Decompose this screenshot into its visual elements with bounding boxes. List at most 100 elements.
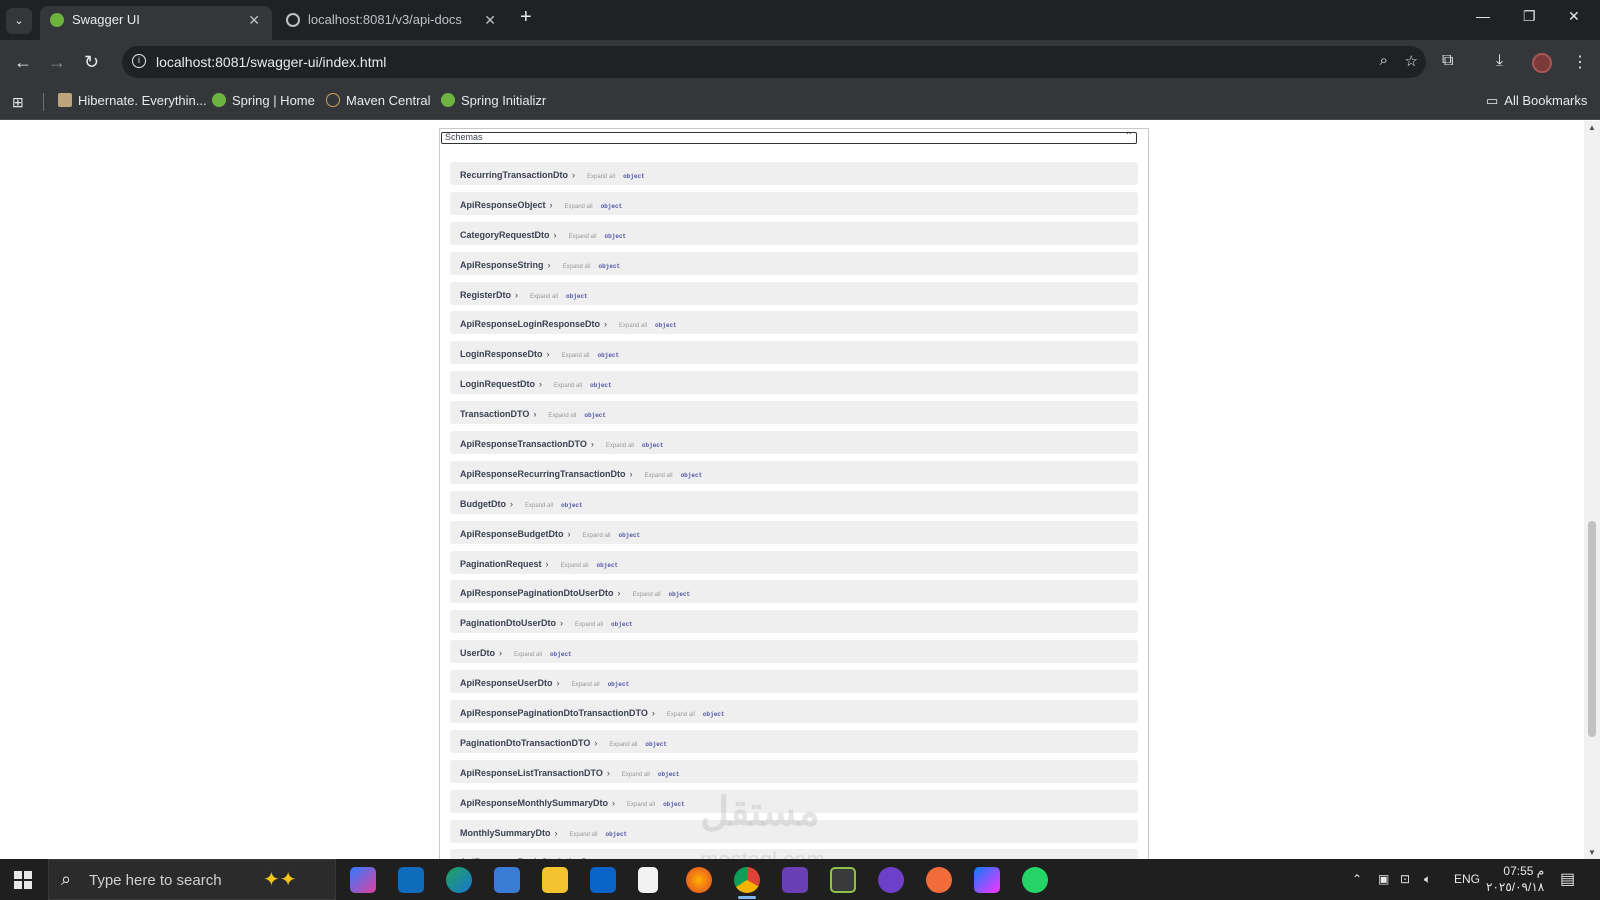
expand-all-button[interactable]: Expand all	[561, 563, 589, 569]
outlook-app-icon[interactable]	[590, 867, 616, 893]
model-name[interactable]: ApiResponseListTransactionDTO	[460, 768, 603, 778]
restore-icon[interactable]: ❐	[1523, 8, 1536, 25]
network-icon[interactable]: ⊡	[1400, 872, 1410, 886]
model-name[interactable]: ApiResponseString	[460, 260, 544, 270]
model-name[interactable]: ApiResponseUserDto	[460, 678, 553, 688]
expand-all-button[interactable]: Expand all	[530, 294, 558, 300]
model-name[interactable]: LoginResponseDto	[460, 349, 543, 359]
schema-model-row[interactable]: UserDto › Expand all object	[450, 640, 1138, 664]
chevron-right-icon[interactable]: ›	[652, 708, 655, 718]
expand-all-button[interactable]: Expand all	[554, 383, 582, 389]
model-name[interactable]: ApiResponseBudgetDto	[460, 529, 564, 539]
site-info-icon[interactable]: i	[132, 54, 146, 68]
expand-all-button[interactable]: Expand all	[575, 622, 603, 628]
schema-model-row[interactable]: ApiResponseRecurringTransactionDto › Expan…	[450, 460, 1138, 484]
chevron-right-icon[interactable]: ›	[515, 290, 518, 300]
model-name[interactable]: UserDto	[460, 648, 495, 658]
windows-start-icon[interactable]	[14, 871, 32, 889]
model-name[interactable]: ApiResponseTransactionDTO	[460, 439, 587, 449]
chevron-right-icon[interactable]: ›	[594, 738, 597, 748]
chevron-right-icon[interactable]: ›	[607, 768, 610, 778]
model-name[interactable]: RecurringTransactionDto	[460, 170, 568, 180]
model-name[interactable]: ApiResponseObject	[460, 200, 546, 210]
photos-app-icon[interactable]	[494, 867, 520, 893]
schema-model-row[interactable]: ApiResponseListTransactionDTO › Expand all…	[450, 759, 1138, 783]
schema-model-row[interactable]: ApiResponseBudgetDto › Expand all object	[450, 520, 1138, 544]
notepad-app-icon[interactable]	[638, 867, 658, 893]
all-bookmarks[interactable]: ▭ All Bookmarks	[1486, 93, 1587, 109]
bookmark-spring-home[interactable]: Spring | Home	[212, 93, 315, 108]
schema-model-row[interactable]: CategoryRequestDto › Expand all object	[450, 221, 1138, 245]
file-explorer-icon[interactable]	[542, 867, 568, 893]
chrome-app-icon[interactable]	[734, 867, 760, 899]
zoom-icon[interactable]: ⌕	[1380, 52, 1388, 69]
reload-icon[interactable]: ↻	[84, 52, 99, 73]
whatsapp-app-icon[interactable]	[1022, 867, 1048, 893]
expand-all-button[interactable]: Expand all	[606, 443, 634, 449]
chevron-right-icon[interactable]: ›	[554, 230, 557, 240]
bookmark-spring-initializr[interactable]: Spring Initializr	[441, 93, 546, 108]
schema-model-row[interactable]: LoginResponseDto › Expand all object	[450, 341, 1138, 365]
model-name[interactable]: ApiResponseMonthlySummaryDto	[460, 798, 608, 808]
expand-all-button[interactable]: Expand all	[569, 234, 597, 240]
expand-all-button[interactable]: Expand all	[667, 712, 695, 718]
chevron-right-icon[interactable]: ›	[560, 618, 563, 628]
chevron-right-icon[interactable]: ›	[612, 798, 615, 808]
extensions-icon[interactable]: ⧉	[1442, 52, 1453, 70]
copilot-app-icon[interactable]	[350, 867, 376, 893]
url-text[interactable]: localhost:8081/swagger-ui/index.html	[156, 54, 386, 70]
schema-model-row[interactable]: ApiResponseString › Expand all object	[450, 251, 1138, 275]
scroll-down-arrow-icon[interactable]: ▼	[1588, 848, 1596, 857]
chevron-right-icon[interactable]: ›	[557, 678, 560, 688]
schema-model-row[interactable]: PaginationDtoUserDto › Expand all object	[450, 610, 1138, 634]
chevron-right-icon[interactable]: ›	[547, 349, 550, 359]
close-tab-icon[interactable]: ✕	[248, 6, 260, 34]
intellij-app-icon[interactable]	[974, 867, 1000, 893]
bookmark-maven-central[interactable]: Maven Central	[326, 93, 431, 108]
postman-app-icon[interactable]	[926, 867, 952, 893]
schema-model-row[interactable]: RegisterDto › Expand all object	[450, 281, 1138, 305]
model-name[interactable]: LoginRequestDto	[460, 379, 535, 389]
expand-all-button[interactable]: Expand all	[627, 802, 655, 808]
menu-kebab-icon[interactable]: ⋮	[1572, 52, 1588, 72]
chevron-right-icon[interactable]: ›	[539, 379, 542, 389]
schema-model-row[interactable]: ApiResponseLoginResponseDto › Expand all ob…	[450, 311, 1138, 335]
expand-all-button[interactable]: Expand all	[514, 652, 542, 658]
expand-all-button[interactable]: Expand all	[587, 174, 615, 180]
expand-all-button[interactable]: Expand all	[572, 682, 600, 688]
chevron-right-icon[interactable]: ›	[555, 828, 558, 838]
expand-all-button[interactable]: Expand all	[565, 204, 593, 210]
model-name[interactable]: ApiResponsePaginationDtoUserDto	[460, 588, 614, 598]
chevron-right-icon[interactable]: ›	[630, 469, 633, 479]
schema-model-row[interactable]: ApiResponseUserDto › Expand all object	[450, 670, 1138, 694]
close-tab-icon[interactable]: ✕	[484, 6, 496, 34]
tab-search-button[interactable]: ⌄	[6, 8, 32, 34]
scroll-up-arrow-icon[interactable]: ▲	[1588, 123, 1596, 132]
expand-all-button[interactable]: Expand all	[609, 742, 637, 748]
model-name[interactable]: MonthlySummaryDto	[460, 828, 551, 838]
meet-now-icon[interactable]: ▣	[1378, 872, 1389, 886]
firefox-app-icon[interactable]	[686, 867, 712, 893]
schema-model-row[interactable]: PaginationDtoTransactionDTO › Expand all ob…	[450, 729, 1138, 753]
github-desktop-icon[interactable]	[878, 867, 904, 893]
back-icon[interactable]: ←	[14, 52, 32, 73]
bookmark-star-icon[interactable]: ☆	[1405, 52, 1418, 70]
bookmark-hibernate[interactable]: Hibernate. Everythin...	[58, 93, 207, 108]
taskbar-clock[interactable]: 07:55 م ٢٠٢٥/٠٩/١٨	[1486, 863, 1544, 895]
download-icon[interactable]: ⤓	[1496, 52, 1503, 70]
expand-all-button[interactable]: Expand all	[525, 503, 553, 509]
language-indicator[interactable]: ENG	[1454, 872, 1480, 886]
chevron-right-icon[interactable]: ›	[550, 200, 553, 210]
model-name[interactable]: RegisterDto	[460, 290, 511, 300]
model-name[interactable]: ApiResponseLoginResponseDto	[460, 319, 600, 329]
model-name[interactable]: ApiResponseRecurringTransactionDto	[460, 469, 626, 479]
address-bar[interactable]: i localhost:8081/swagger-ui/index.html ⌕…	[122, 46, 1426, 78]
schema-model-row[interactable]: PaginationRequest › Expand all object	[450, 550, 1138, 574]
chevron-right-icon[interactable]: ›	[546, 559, 549, 569]
expand-all-button[interactable]: Expand all	[619, 323, 647, 329]
model-name[interactable]: BudgetDto	[460, 499, 506, 509]
model-name[interactable]: TransactionDTO	[460, 409, 529, 419]
copilot-sparkle-icon[interactable]: ✦✦	[263, 867, 297, 892]
chevron-right-icon[interactable]: ›	[568, 529, 571, 539]
model-name[interactable]: PaginationDtoTransactionDTO	[460, 738, 590, 748]
